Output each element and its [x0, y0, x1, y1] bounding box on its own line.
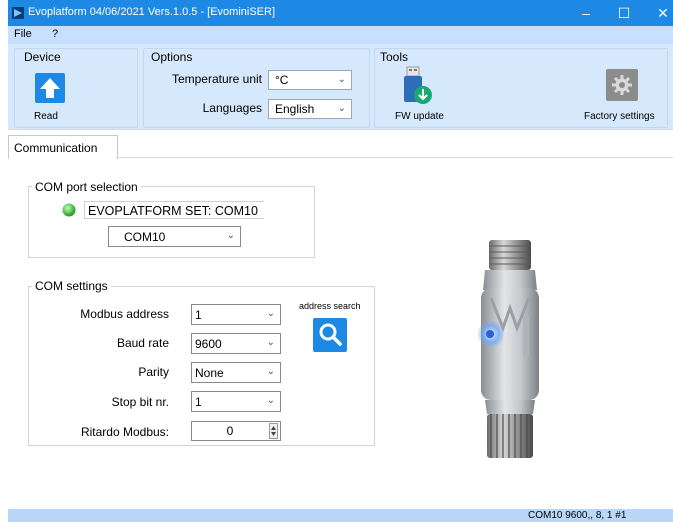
fw-update-button[interactable] [399, 65, 435, 107]
tab-divider [116, 157, 673, 158]
language-select[interactable]: English ⌄ [268, 99, 352, 119]
chevron-down-icon: ⌄ [266, 395, 275, 406]
up-down-icon [271, 426, 276, 436]
arrow-up-icon [35, 73, 65, 103]
com-port-status-text: EVOPLATFORM SET: COM10 [84, 201, 264, 219]
com-port-value: COM10 [124, 230, 166, 244]
status-text: COM10 9600,, 8, 1 #1 [528, 510, 627, 521]
chevron-down-icon: ⌄ [337, 103, 346, 114]
ribbon: Device Read Options Temperature unit °C … [8, 44, 673, 130]
ritardo-modbus-stepper[interactable]: 0 [191, 421, 281, 441]
device-group: Device Read [14, 48, 138, 128]
stop-bit-label: Stop bit nr. [111, 395, 169, 409]
tab-communication-label: Communication [14, 141, 98, 155]
temperature-unit-label: Temperature unit [171, 72, 262, 86]
parity-select[interactable]: None ⌄ [191, 362, 281, 383]
fw-update-label: FW update [395, 111, 444, 122]
app-icon [12, 7, 24, 19]
tab-communication[interactable]: Communication [8, 135, 118, 159]
chevron-down-icon: ⌄ [266, 308, 275, 319]
status-bar: COM10 9600,, 8, 1 #1 [8, 509, 673, 522]
menu-file[interactable]: File [14, 28, 32, 40]
com-port-group [28, 186, 315, 258]
modbus-address-select[interactable]: 1 ⌄ [191, 304, 281, 325]
com-settings-group-title: COM settings [32, 279, 111, 293]
stop-bit-value: 1 [195, 395, 202, 409]
modbus-address-label: Modbus address [80, 307, 169, 321]
chevron-down-icon: ⌄ [226, 230, 235, 241]
maximize-button[interactable]: ☐ [609, 0, 639, 26]
menu-bar: File ? [8, 26, 673, 44]
modbus-address-value: 1 [195, 308, 202, 322]
tools-group: Tools FW update Factory settings [374, 48, 668, 128]
ritardo-modbus-value: 0 [226, 424, 234, 438]
read-label: Read [34, 111, 58, 122]
tools-group-title: Tools [380, 50, 409, 64]
options-group: Options Temperature unit °C ⌄ Languages … [143, 48, 370, 128]
options-group-title: Options [151, 50, 193, 64]
address-search-label: address search [299, 301, 361, 311]
ritardo-modbus-label: Ritardo Modbus: [80, 425, 169, 439]
com-port-select[interactable]: COM10 ⌄ [108, 226, 241, 247]
temperature-unit-value: °C [275, 73, 289, 87]
baud-rate-select[interactable]: 9600 ⌄ [191, 333, 281, 354]
chevron-down-icon: ⌄ [266, 366, 275, 377]
minimize-button[interactable]: – [571, 0, 601, 26]
stop-bit-select[interactable]: 1 ⌄ [191, 391, 281, 412]
parity-label: Parity [138, 365, 169, 379]
close-button[interactable]: ✕ [648, 0, 673, 26]
com-port-group-title: COM port selection [32, 180, 141, 194]
factory-settings-button[interactable] [606, 69, 638, 101]
chevron-down-icon: ⌄ [337, 74, 346, 85]
baud-rate-label: Baud rate [116, 336, 169, 350]
title-bar: Evoplatform 04/06/2021 Vers.1.0.5 - [Evo… [8, 0, 673, 26]
gear-icon [606, 69, 638, 101]
parity-value: None [195, 366, 224, 380]
device-group-title: Device [24, 50, 61, 64]
led-icon [62, 203, 76, 217]
device-image [465, 238, 555, 468]
address-search-button[interactable] [313, 318, 347, 352]
menu-help[interactable]: ? [52, 28, 58, 40]
temperature-unit-select[interactable]: °C ⌄ [268, 70, 352, 90]
usb-download-icon [404, 66, 432, 104]
languages-label: Languages [202, 101, 262, 115]
stepper-arrows[interactable] [269, 423, 278, 439]
baud-rate-value: 9600 [195, 337, 222, 351]
factory-settings-label: Factory settings [584, 111, 655, 122]
language-value: English [275, 102, 315, 116]
chevron-down-icon: ⌄ [266, 337, 275, 348]
search-icon [313, 318, 347, 352]
read-button[interactable] [35, 73, 65, 103]
window-title: Evoplatform 04/06/2021 Vers.1.0.5 - [Evo… [28, 6, 276, 18]
